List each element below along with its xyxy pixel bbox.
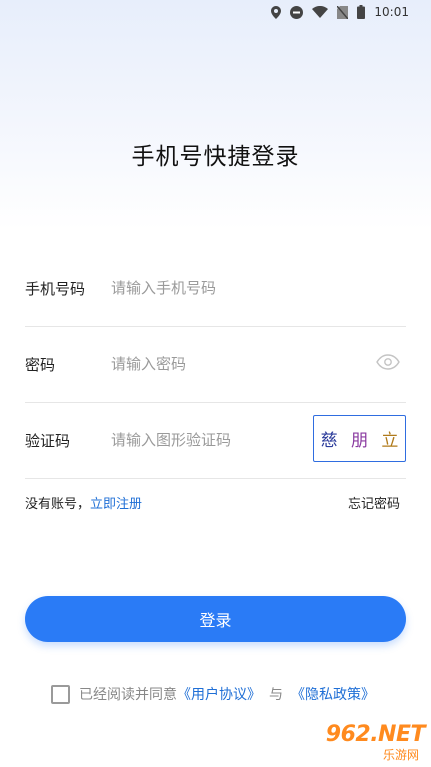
account-links: 没有账号，立即注册 忘记密码 <box>25 493 400 512</box>
forgot-password-link[interactable]: 忘记密码 <box>348 493 400 512</box>
watermark-site-text: 乐游网 <box>380 746 421 763</box>
phone-row: 手机号码 <box>25 251 406 327</box>
captcha-char: 朋 <box>350 431 368 451</box>
agreement-and: 与 <box>269 687 283 703</box>
wifi-icon <box>312 6 329 18</box>
password-row: 密码 <box>25 327 406 403</box>
user-agreement-link[interactable]: 《用户协议》 <box>177 684 261 704</box>
captcha-label: 验证码 <box>25 432 71 450</box>
captcha-image[interactable]: 慈 朋 立 <box>313 415 406 462</box>
captcha-char: 慈 <box>320 431 338 451</box>
privacy-policy-link[interactable]: 《隐私政策》 <box>291 684 375 704</box>
password-label: 密码 <box>25 356 56 374</box>
phone-input[interactable] <box>111 271 311 305</box>
password-input[interactable] <box>111 347 311 381</box>
no-sim-icon <box>337 5 349 19</box>
register-link[interactable]: 立即注册 <box>90 497 142 512</box>
captcha-input[interactable] <box>111 423 311 457</box>
battery-icon <box>357 5 366 19</box>
status-bar: 10:01 <box>0 0 431 24</box>
captcha-char: 立 <box>381 431 399 451</box>
no-account-text: 没有账号， <box>25 497 91 512</box>
watermark-logo-text: 962.NET <box>325 722 426 747</box>
do-not-disturb-icon <box>290 5 304 19</box>
page-title: 手机号快捷登录 <box>131 144 300 170</box>
agreement-row: 已经阅读并同意 《用户协议》 与 《隐私政策》 <box>51 682 375 706</box>
login-button[interactable]: 登录 <box>25 596 406 642</box>
status-time: 10:01 <box>374 5 409 19</box>
phone-label: 手机号码 <box>25 280 86 298</box>
agree-checkbox[interactable] <box>51 684 70 704</box>
eye-icon[interactable] <box>376 354 400 370</box>
agreement-prefix: 已经阅读并同意 <box>79 687 177 703</box>
captcha-row: 验证码 慈 朋 立 <box>25 403 406 479</box>
location-icon <box>271 5 282 19</box>
